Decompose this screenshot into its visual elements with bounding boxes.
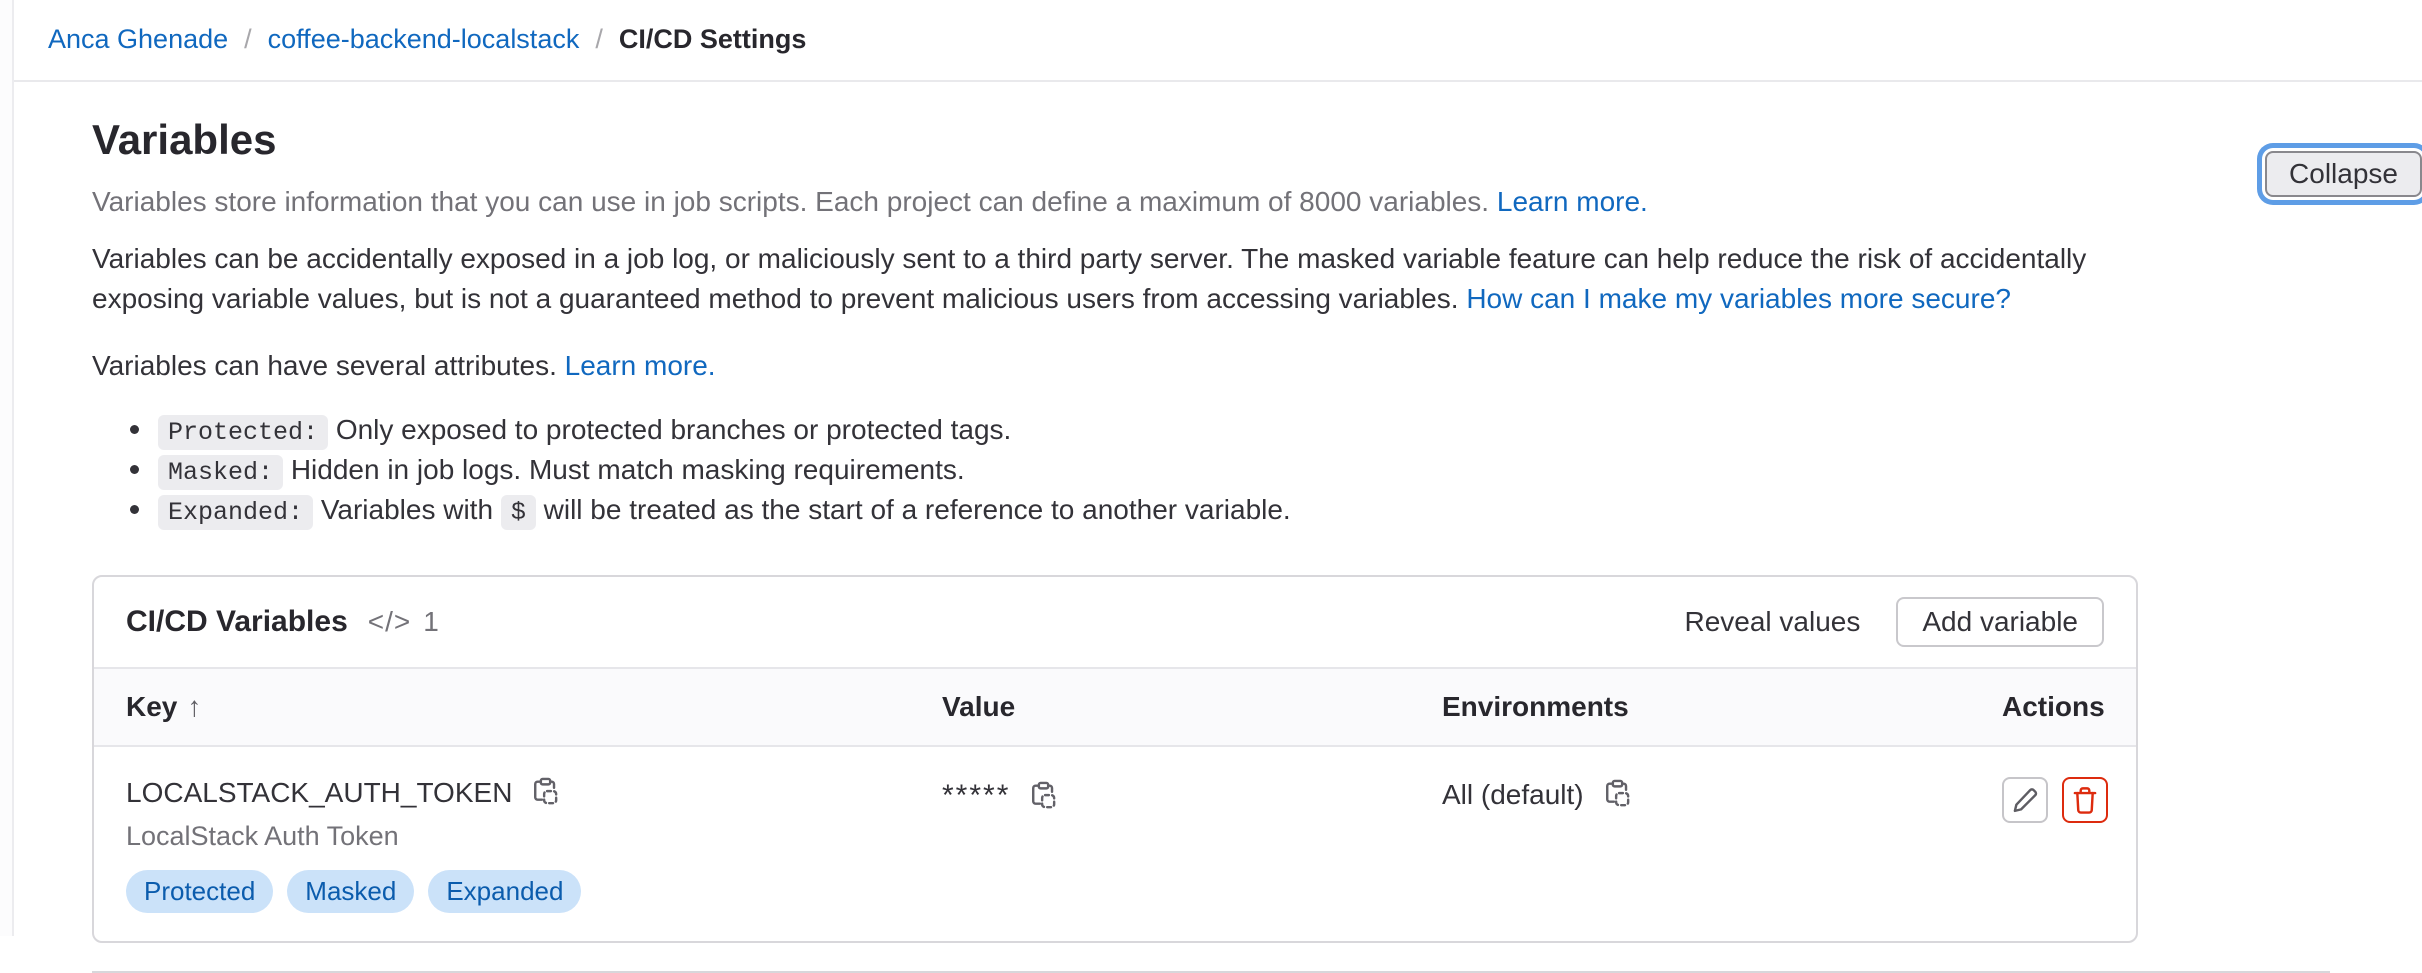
- breadcrumb-separator: /: [595, 21, 603, 59]
- column-header-environments: Environments: [1442, 687, 2002, 726]
- collapse-button[interactable]: Collapse: [2265, 151, 2422, 197]
- attributes-paragraph: Variables can have several attributes. L…: [92, 346, 2138, 385]
- table-row: LOCALSTACK_AUTH_TOKEN LocalStack Auth To…: [94, 747, 2136, 941]
- status-badge-masked: Masked: [287, 870, 414, 913]
- copy-to-clipboard-icon: [530, 777, 561, 808]
- edit-variable-button[interactable]: [2002, 777, 2048, 823]
- attributes-list: Protected: Only exposed to protected bra…: [92, 411, 2138, 531]
- settings-section-variables: Collapse Variables Variables store infor…: [0, 116, 2422, 973]
- breadcrumb-item-project[interactable]: coffee-backend-localstack: [268, 21, 580, 59]
- pencil-icon: [2010, 785, 2040, 815]
- breadcrumb-separator: /: [244, 21, 252, 59]
- variable-description: LocalStack Auth Token: [126, 818, 942, 856]
- variable-key: LOCALSTACK_AUTH_TOKEN: [126, 773, 512, 812]
- column-header-key-label: Key: [126, 691, 177, 722]
- variable-count: </> 1: [368, 602, 439, 641]
- intro-text: Variables store information that you can…: [92, 186, 1489, 217]
- list-item-masked: Masked: Hidden in job logs. Must match m…: [130, 451, 2138, 491]
- copy-to-clipboard-icon: [1602, 779, 1633, 810]
- copy-to-clipboard-icon: [1028, 781, 1059, 812]
- warning-paragraph: Variables can be accidentally exposed in…: [92, 239, 2138, 317]
- key-cell: LOCALSTACK_AUTH_TOKEN LocalStack Auth To…: [126, 773, 942, 913]
- trash-icon: [2070, 785, 2100, 815]
- learn-more-link[interactable]: Learn more.: [565, 350, 716, 381]
- section-content: Variables Variables store information th…: [92, 116, 2138, 943]
- breadcrumb: Anca Ghenade / coffee-backend-localstack…: [48, 21, 806, 59]
- dollar-code-chip: $: [501, 495, 536, 530]
- add-variable-button[interactable]: Add variable: [1896, 597, 2104, 647]
- panel-title: CI/CD Variables: [126, 601, 348, 643]
- expanded-code-chip: Expanded:: [158, 495, 313, 530]
- masked-value: *****: [942, 775, 1010, 817]
- copy-environment-button[interactable]: [1602, 779, 1633, 810]
- copy-value-button[interactable]: [1028, 781, 1059, 812]
- page-title: Variables: [92, 116, 2138, 164]
- status-badge-protected: Protected: [126, 870, 273, 913]
- delete-variable-button[interactable]: [2062, 777, 2108, 823]
- value-cell: *****: [942, 775, 1442, 817]
- list-item-expanded: Expanded: Variables with $ will be treat…: [130, 491, 2138, 531]
- code-icon: </>: [368, 602, 411, 641]
- sidebar-edge: [0, 0, 14, 936]
- list-item-protected: Protected: Only exposed to protected bra…: [130, 411, 2138, 451]
- environment-scope: All (default): [1442, 775, 1584, 814]
- panel-header: CI/CD Variables </> 1 Reveal values Add …: [94, 577, 2136, 667]
- copy-key-button[interactable]: [530, 777, 561, 808]
- column-header-actions: Actions: [2002, 687, 2105, 726]
- list-item-text: Variables with: [321, 494, 493, 525]
- variable-count-value: 1: [423, 602, 439, 641]
- list-item-text: Only exposed to protected branches or pr…: [336, 414, 1012, 445]
- attributes-text: Variables can have several attributes.: [92, 350, 557, 381]
- sort-ascending-icon: ↑: [187, 691, 201, 722]
- table-header-row: Key ↑ Value Environments Actions: [94, 667, 2136, 747]
- reveal-values-button[interactable]: Reveal values: [1674, 606, 1870, 638]
- breadcrumb-item-user[interactable]: Anca Ghenade: [48, 21, 228, 59]
- list-item-text: will be treated as the start of a refere…: [544, 494, 1291, 525]
- secure-variables-link[interactable]: How can I make my variables more secure?: [1466, 283, 2011, 314]
- breadcrumb-item-current: CI/CD Settings: [619, 21, 807, 59]
- column-header-key[interactable]: Key ↑: [126, 687, 942, 726]
- status-badge-expanded: Expanded: [428, 870, 581, 913]
- learn-more-link[interactable]: Learn more.: [1497, 186, 1648, 217]
- list-item-text: Hidden in job logs. Must match masking r…: [291, 454, 965, 485]
- ci-cd-variables-panel: CI/CD Variables </> 1 Reveal values Add …: [92, 575, 2138, 943]
- actions-cell: [2002, 777, 2108, 823]
- breadcrumb-bar: Anca Ghenade / coffee-backend-localstack…: [0, 0, 2422, 82]
- masked-code-chip: Masked:: [158, 455, 283, 490]
- environments-cell: All (default): [1442, 775, 2002, 814]
- intro-paragraph: Variables store information that you can…: [92, 182, 2138, 221]
- column-header-value: Value: [942, 687, 1442, 726]
- protected-code-chip: Protected:: [158, 415, 328, 450]
- badge-list: Protected Masked Expanded: [126, 870, 942, 913]
